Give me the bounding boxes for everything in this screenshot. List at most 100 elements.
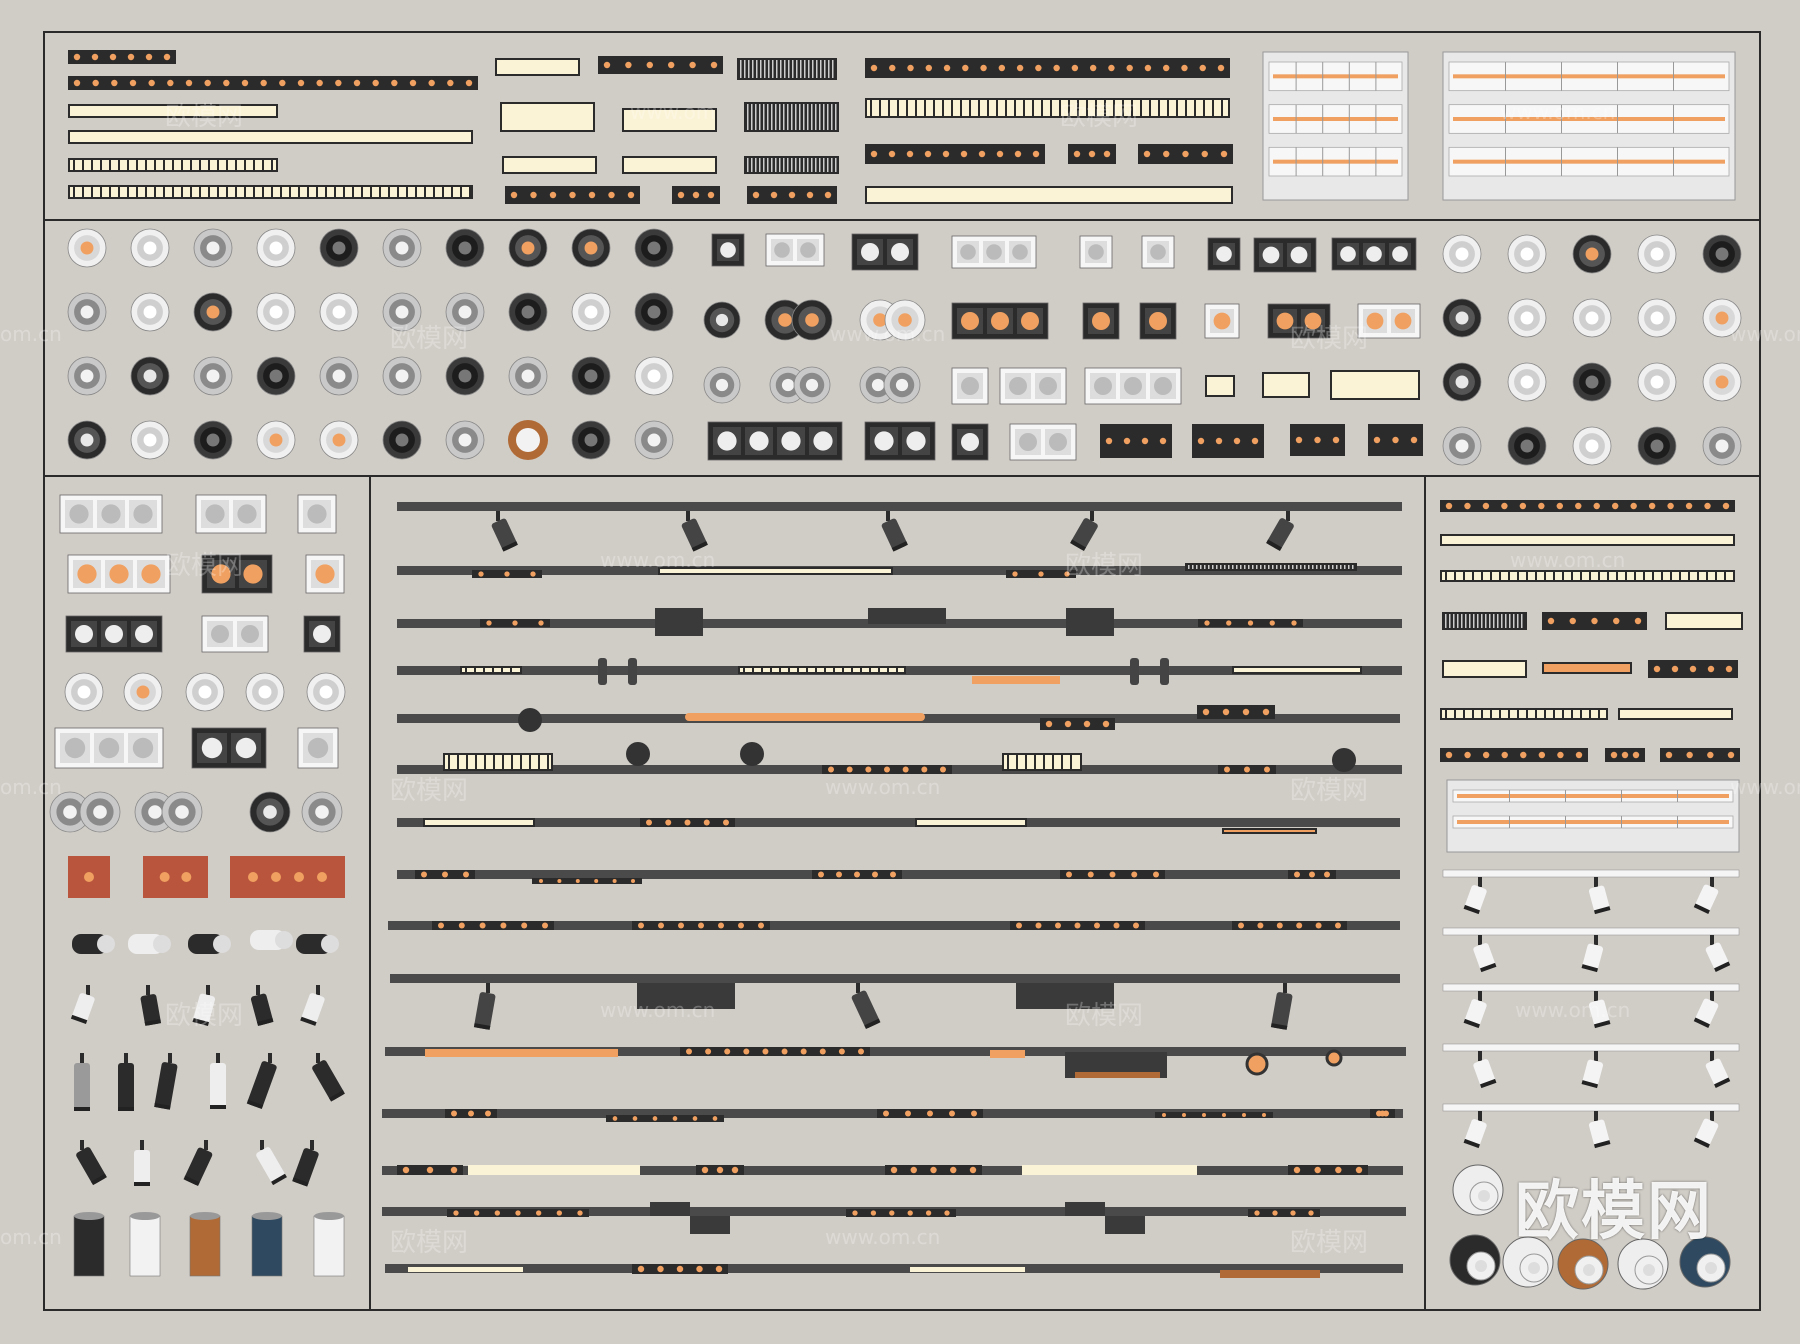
led-dot xyxy=(705,1048,712,1055)
spot-body xyxy=(76,1147,107,1186)
grille-downlight xyxy=(1082,302,1120,340)
led-dot xyxy=(870,64,878,72)
fin xyxy=(767,158,769,172)
led-dot xyxy=(838,1048,845,1055)
linear-light xyxy=(1368,424,1423,456)
grille-bar xyxy=(109,160,111,170)
grille-bar xyxy=(217,187,219,197)
grille-bar xyxy=(82,160,84,170)
led-dot xyxy=(1276,922,1283,929)
fin xyxy=(796,60,798,78)
grille-bar xyxy=(743,668,745,672)
fin xyxy=(775,158,777,172)
panel-led xyxy=(1273,74,1398,79)
led-dot xyxy=(888,150,896,158)
surface-lens xyxy=(294,872,304,882)
downlight-lens xyxy=(332,433,346,447)
grille-downlight xyxy=(951,423,989,461)
grille-bar xyxy=(770,668,772,672)
downlight xyxy=(161,791,203,833)
downlight-lens xyxy=(93,805,107,819)
strip-body xyxy=(865,58,1230,78)
grille-bar xyxy=(145,187,147,197)
fin xyxy=(1344,565,1346,569)
led-dot xyxy=(1262,1113,1266,1117)
cylinder-downlight xyxy=(73,1212,105,1277)
led-dot xyxy=(1074,922,1081,929)
panel-rib xyxy=(1375,62,1377,91)
grille-lens xyxy=(891,243,909,261)
led-dot xyxy=(1094,922,1100,929)
spotlight xyxy=(250,985,274,1027)
downlight xyxy=(1572,426,1612,466)
panel-rib xyxy=(1561,104,1562,134)
led-dot xyxy=(1557,751,1564,759)
grille-lens xyxy=(1124,377,1142,395)
spot-cylinder xyxy=(118,1063,134,1111)
grille-lens xyxy=(1149,312,1167,330)
track-spotlight xyxy=(881,511,908,552)
surface-lens xyxy=(181,872,192,882)
fin xyxy=(1204,565,1206,569)
linear-light xyxy=(1262,372,1310,398)
fin xyxy=(767,104,769,130)
track-led-bar xyxy=(1220,1270,1320,1278)
spot-stem xyxy=(1594,935,1598,945)
spot-stem xyxy=(316,985,320,995)
spot-stem xyxy=(80,1053,84,1063)
linear-light xyxy=(443,753,553,771)
fin xyxy=(1449,614,1451,628)
grille-bar xyxy=(761,668,763,672)
grille-downlight xyxy=(951,302,1049,340)
fin xyxy=(1465,614,1467,628)
linear-light xyxy=(68,76,478,90)
grille-lens xyxy=(132,737,154,759)
grille-bar xyxy=(1661,572,1663,580)
panel-rib xyxy=(1505,62,1506,91)
led-dot xyxy=(1012,571,1018,577)
diffuser xyxy=(1332,372,1418,398)
fin xyxy=(759,104,761,130)
led-dot xyxy=(677,191,685,199)
led-dot xyxy=(447,79,454,87)
fin xyxy=(803,104,805,130)
led-dot xyxy=(1520,751,1527,759)
spotlight xyxy=(292,1140,319,1187)
grille-bar xyxy=(1023,100,1025,116)
panel-rib xyxy=(1561,147,1562,176)
led-dot xyxy=(836,871,842,878)
led-dot xyxy=(1103,150,1111,158)
led-dot xyxy=(1727,751,1735,759)
led-dot xyxy=(1689,665,1697,673)
linear-light xyxy=(1648,660,1738,678)
led-dot xyxy=(1071,64,1079,72)
grille-downlight xyxy=(864,421,936,461)
grille-bar xyxy=(1032,100,1034,116)
grille-lens xyxy=(861,243,879,261)
downlight xyxy=(306,672,346,712)
grille-bar xyxy=(226,160,228,170)
led-dot xyxy=(865,766,872,773)
linear-light xyxy=(502,156,597,174)
fin xyxy=(831,158,833,172)
grille-lens xyxy=(874,431,894,451)
linear-light xyxy=(445,1109,497,1118)
downlight-lens xyxy=(1650,439,1664,453)
diffuser xyxy=(502,104,593,130)
grille-bar xyxy=(1535,710,1537,718)
track-led-bar xyxy=(910,1267,1025,1272)
downlight-lens xyxy=(647,305,661,319)
led-dot xyxy=(689,61,696,69)
led-dot xyxy=(1704,502,1711,510)
grille-bar xyxy=(163,160,165,170)
downlight xyxy=(445,420,485,460)
led-dot xyxy=(925,64,932,72)
grille-bar xyxy=(1176,100,1178,116)
grille-bar xyxy=(289,187,291,197)
grille-bar xyxy=(1499,572,1501,580)
grille-bar xyxy=(878,668,880,672)
downlight xyxy=(445,356,485,396)
grille-bar xyxy=(316,187,318,197)
grille-bar xyxy=(1625,572,1627,580)
led-dot xyxy=(872,871,878,878)
